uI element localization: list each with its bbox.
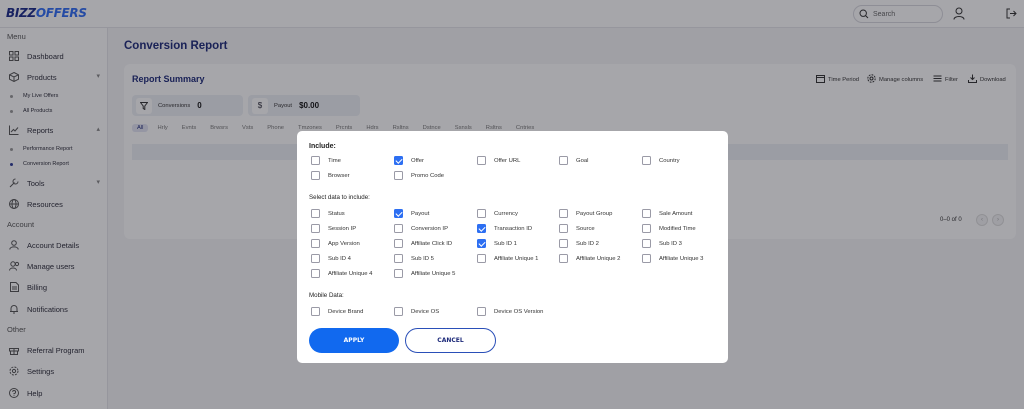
checkbox[interactable] — [394, 239, 403, 248]
checkbox[interactable] — [477, 224, 486, 233]
checkbox[interactable] — [642, 209, 651, 218]
option-device-os-version[interactable]: Device OS Version — [477, 307, 543, 316]
apply-button[interactable]: Apply — [309, 328, 399, 353]
option-source[interactable]: Source — [559, 224, 595, 233]
option-sale-amount[interactable]: Sale Amount — [642, 209, 692, 218]
checkbox[interactable] — [394, 269, 403, 278]
option-sub-id-2[interactable]: Sub ID 2 — [559, 239, 599, 248]
checkbox[interactable] — [311, 156, 320, 165]
option-device-brand[interactable]: Device Brand — [311, 307, 363, 316]
option-transaction-id[interactable]: Transaction ID — [477, 224, 532, 233]
option-affiliate-click-id[interactable]: Affiliate Click ID — [394, 239, 452, 248]
checkbox[interactable] — [477, 254, 486, 263]
checkbox[interactable] — [642, 156, 651, 165]
checkbox[interactable] — [311, 239, 320, 248]
checkbox[interactable] — [559, 224, 568, 233]
option-country[interactable]: Country — [642, 156, 680, 165]
checkbox[interactable] — [642, 239, 651, 248]
checkbox[interactable] — [311, 224, 320, 233]
checkbox[interactable] — [311, 269, 320, 278]
option-status[interactable]: Status — [311, 209, 345, 218]
option-goal[interactable]: Goal — [559, 156, 588, 165]
option-sub-id-4[interactable]: Sub ID 4 — [311, 254, 351, 263]
checkbox[interactable] — [311, 209, 320, 218]
option-modified-time[interactable]: Modified Time — [642, 224, 696, 233]
option-payout-group[interactable]: Payout Group — [559, 209, 612, 218]
checkbox[interactable] — [394, 254, 403, 263]
option-sub-id-1[interactable]: Sub ID 1 — [477, 239, 517, 248]
checkbox[interactable] — [559, 239, 568, 248]
option-promo-code[interactable]: Promo Code — [394, 171, 444, 180]
option-conversion-ip[interactable]: Conversion IP — [394, 224, 448, 233]
checkbox[interactable] — [559, 156, 568, 165]
checkbox[interactable] — [311, 307, 320, 316]
checkbox[interactable] — [477, 156, 486, 165]
option-affiliate-unique-4[interactable]: Affiliate Unique 4 — [311, 269, 372, 278]
checkbox[interactable] — [642, 254, 651, 263]
option-offer-url[interactable]: Offer URL — [477, 156, 520, 165]
checkbox[interactable] — [394, 209, 403, 218]
include-heading: Include: — [309, 143, 336, 150]
option-currency[interactable]: Currency — [477, 209, 518, 218]
option-offer[interactable]: Offer — [394, 156, 424, 165]
checkbox[interactable] — [394, 156, 403, 165]
option-affiliate-unique-3[interactable]: Affiliate Unique 3 — [642, 254, 703, 263]
option-payout[interactable]: Payout — [394, 209, 429, 218]
checkbox[interactable] — [477, 239, 486, 248]
option-time[interactable]: Time — [311, 156, 341, 165]
mobile-data-heading: Mobile Data: — [309, 292, 344, 299]
checkbox[interactable] — [311, 171, 320, 180]
checkbox[interactable] — [311, 254, 320, 263]
checkbox[interactable] — [642, 224, 651, 233]
option-affiliate-unique-1[interactable]: Affiliate Unique 1 — [477, 254, 538, 263]
option-browser[interactable]: Browser — [311, 171, 350, 180]
option-app-version[interactable]: App Version — [311, 239, 360, 248]
checkbox[interactable] — [394, 171, 403, 180]
checkbox[interactable] — [394, 224, 403, 233]
checkbox[interactable] — [394, 307, 403, 316]
checkbox[interactable] — [477, 307, 486, 316]
checkbox[interactable] — [559, 209, 568, 218]
checkbox[interactable] — [477, 209, 486, 218]
select-data-heading: Select data to include: — [309, 194, 370, 201]
option-affiliate-unique-2[interactable]: Affiliate Unique 2 — [559, 254, 620, 263]
option-session-ip[interactable]: Session IP — [311, 224, 356, 233]
option-affiliate-unique-5[interactable]: Affiliate Unique 5 — [394, 269, 455, 278]
option-sub-id-3[interactable]: Sub ID 3 — [642, 239, 682, 248]
option-device-os[interactable]: Device OS — [394, 307, 439, 316]
option-sub-id-5[interactable]: Sub ID 5 — [394, 254, 434, 263]
checkbox[interactable] — [559, 254, 568, 263]
cancel-button[interactable]: Cancel — [405, 328, 496, 353]
manage-columns-dialog: Include: Time Offer Offer URL Goal Count… — [297, 131, 728, 363]
